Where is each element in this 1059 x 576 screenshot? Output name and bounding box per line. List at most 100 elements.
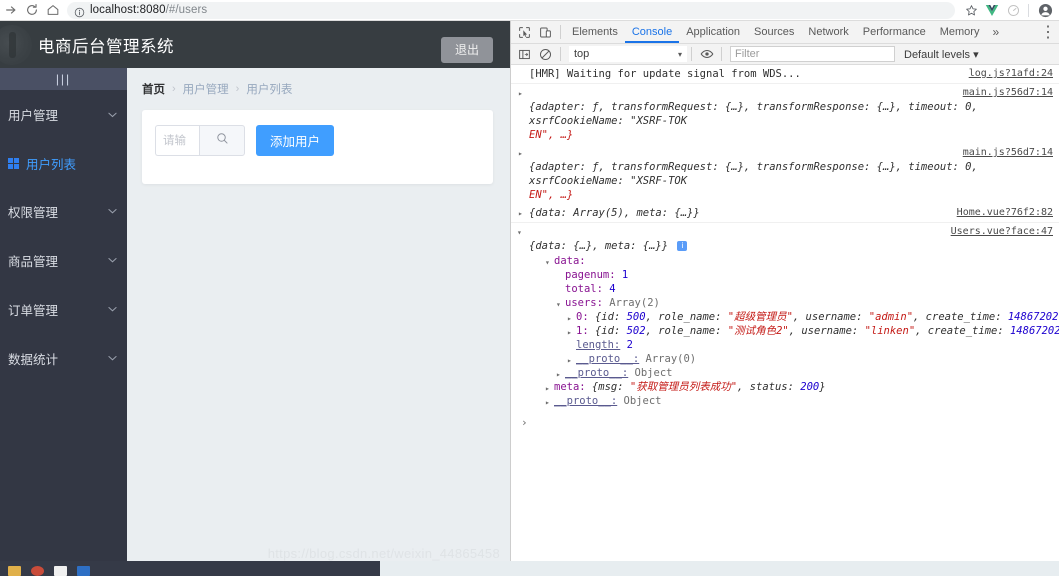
taskbar-tray-area	[380, 561, 1059, 576]
expand-arrow-icon[interactable]: ▸	[518, 207, 523, 221]
console-filter-input[interactable]	[730, 46, 895, 62]
taskbar-icon-browser[interactable]	[31, 566, 44, 576]
console-tree-node[interactable]: ▸ __proto__: Object	[543, 394, 1047, 408]
tab-sources[interactable]: Sources	[747, 21, 801, 43]
console-message-users: Users.vue?face:47 ▾ {data: {…}, meta: {……	[511, 223, 1059, 412]
console-tree-node[interactable]: ▾ data:	[543, 254, 1047, 268]
reload-icon[interactable]	[21, 0, 42, 21]
tab-memory[interactable]: Memory	[933, 21, 987, 43]
console-tree-key: __proto__:	[576, 353, 640, 365]
forward-arrow-icon[interactable]	[0, 0, 21, 21]
console-message-home: ▸ {data: Array(5), meta: {…}} Home.vue?7…	[511, 204, 1059, 223]
add-user-button[interactable]: 添加用户	[256, 125, 335, 156]
tab-elements[interactable]: Elements	[565, 21, 625, 43]
console-object-preview: {adapter: ƒ, transformRequest: {…}, tran…	[529, 100, 1053, 128]
expand-arrow-icon[interactable]: ▸	[518, 87, 523, 101]
console-message-text: [HMR] Waiting for update signal from WDS…	[529, 68, 801, 80]
address-bar[interactable]: localhost:8080/#/users	[67, 1, 955, 19]
browser-toolbar: localhost:8080/#/users	[0, 0, 1059, 21]
divider	[721, 47, 722, 61]
tab-network[interactable]: Network	[801, 21, 855, 43]
device-toolbar-icon[interactable]	[535, 22, 556, 43]
taskbar-icon-folder[interactable]	[8, 566, 21, 576]
console-source-link[interactable]: main.js?56d7:14	[529, 86, 1053, 100]
chevron-down-icon	[108, 256, 117, 265]
breadcrumb-separator-icon: ›	[235, 83, 240, 95]
console-tree-key: pagenum:	[565, 269, 616, 281]
app-body: ||| 用户管理 用户列表 权限管理 商品管理 订单管理 数据统计 首页 › 用…	[0, 68, 510, 561]
collapse-arrow-icon[interactable]: ▾	[517, 226, 522, 240]
tab-performance[interactable]: Performance	[856, 21, 933, 43]
site-info-icon[interactable]	[74, 5, 85, 17]
divider	[691, 47, 692, 61]
console-tree-value: 4	[602, 283, 616, 295]
overflow-chevrons-icon[interactable]: »	[986, 25, 1005, 39]
execution-context-value: top	[574, 48, 590, 60]
console-tree-node[interactable]: ▸ __proto__: Array(0)	[543, 352, 1047, 366]
tab-console[interactable]: Console	[624, 21, 680, 43]
taskbar-icon-editor[interactable]	[54, 566, 67, 576]
console-tree-node[interactable]: ▸ __proto__: Object	[543, 366, 1047, 380]
devtools-panel: Elements Console Application Sources Net…	[510, 21, 1059, 561]
console-tree-node[interactable]: ▸ meta: {msg: "获取管理员列表成功", status: 200}	[543, 380, 1047, 394]
console-source-link[interactable]: log.js?1afd:24	[969, 67, 1053, 81]
console-sidebar-icon[interactable]	[514, 44, 535, 65]
console-tree-node[interactable]: length: 2	[543, 338, 1047, 352]
log-levels-dropdown[interactable]: Default levels ▾	[904, 48, 979, 61]
console-tree-key: 0:	[576, 311, 589, 323]
toolbar-row: 添加用户	[155, 125, 480, 156]
taskbar-icon-app[interactable]	[77, 566, 90, 576]
os-taskbar	[0, 561, 1059, 576]
console-message-axios-1: main.js?56d7:14 ▸ {adapter: ƒ, transform…	[511, 84, 1059, 144]
grid-squares-icon	[8, 157, 19, 169]
console-tree-value: Object	[617, 395, 662, 407]
console-tree-node[interactable]: total: 4	[543, 282, 1047, 296]
console-tree-value: 2	[620, 339, 633, 351]
console-source-link[interactable]: main.js?56d7:14	[529, 146, 1053, 160]
profile-avatar-icon[interactable]	[1034, 0, 1056, 21]
logout-button[interactable]: 退出	[440, 37, 493, 63]
chevron-down-icon	[108, 207, 117, 216]
more-options-icon[interactable]: ⋮	[1037, 22, 1059, 43]
home-icon[interactable]	[42, 0, 63, 21]
console-tree-node[interactable]: ▸ 1: {id: 502, role_name: "测试角色2", userna…	[543, 324, 1059, 338]
console-prompt[interactable]: ›	[511, 412, 1059, 431]
console-tree-node[interactable]: ▾ users: Array(2)	[543, 296, 1047, 310]
console-toolbar: top ▾ Default levels ▾	[511, 44, 1059, 65]
watermark-text: https://blog.csdn.net/weixin_44865458	[267, 546, 500, 561]
breadcrumb-item-home[interactable]: 首页	[142, 81, 165, 97]
sidebar-item-label: 数据统计	[8, 353, 59, 367]
search-button[interactable]	[199, 125, 245, 156]
breadcrumb-item-users[interactable]: 用户管理	[183, 81, 229, 97]
sidebar-item-rights[interactable]: 权限管理	[0, 187, 127, 236]
live-expression-eye-icon[interactable]	[696, 44, 717, 65]
sidebar-collapse-toggle[interactable]: |||	[0, 68, 127, 90]
inspect-element-icon[interactable]	[514, 22, 535, 43]
expand-arrow-icon[interactable]: ▸	[545, 396, 550, 410]
sidebar-item-goods[interactable]: 商品管理	[0, 236, 127, 285]
search-group	[155, 125, 245, 156]
sidebar-item-user-list[interactable]: 用户列表	[0, 139, 127, 187]
sidebar-item-reports[interactable]: 数据统计	[0, 334, 127, 383]
star-icon[interactable]	[961, 0, 981, 21]
sidebar-item-label: 权限管理	[8, 206, 59, 220]
console-tree-key: users:	[565, 297, 603, 309]
tab-application[interactable]: Application	[679, 21, 747, 43]
console-source-link[interactable]: Home.vue?76f2:82	[957, 206, 1053, 220]
console-tree-node[interactable]: pagenum: 1	[543, 268, 1047, 282]
console-tree-node[interactable]: ▸ 0: {id: 500, role_name: "超级管理员", userna…	[543, 310, 1059, 324]
clear-console-icon[interactable]	[535, 44, 556, 65]
search-input[interactable]	[155, 125, 199, 156]
vue-extension-icon[interactable]	[981, 0, 1003, 21]
console-message-axios-2: main.js?56d7:14 ▸ {adapter: ƒ, transform…	[511, 144, 1059, 204]
sidebar-item-orders[interactable]: 订单管理	[0, 285, 127, 334]
console-tree-key: meta:	[554, 381, 586, 393]
console-tree-key: __proto__:	[565, 367, 629, 379]
console-source-link[interactable]: Users.vue?face:47	[529, 225, 1053, 239]
extension-gray-icon[interactable]	[1003, 0, 1023, 21]
execution-context-select[interactable]: top ▾	[569, 46, 687, 62]
expand-arrow-icon[interactable]: ▸	[518, 147, 523, 161]
console-tree-value: Array(2)	[602, 297, 660, 309]
sidebar-item-users[interactable]: 用户管理	[0, 90, 127, 139]
chevron-down-icon	[108, 305, 117, 314]
